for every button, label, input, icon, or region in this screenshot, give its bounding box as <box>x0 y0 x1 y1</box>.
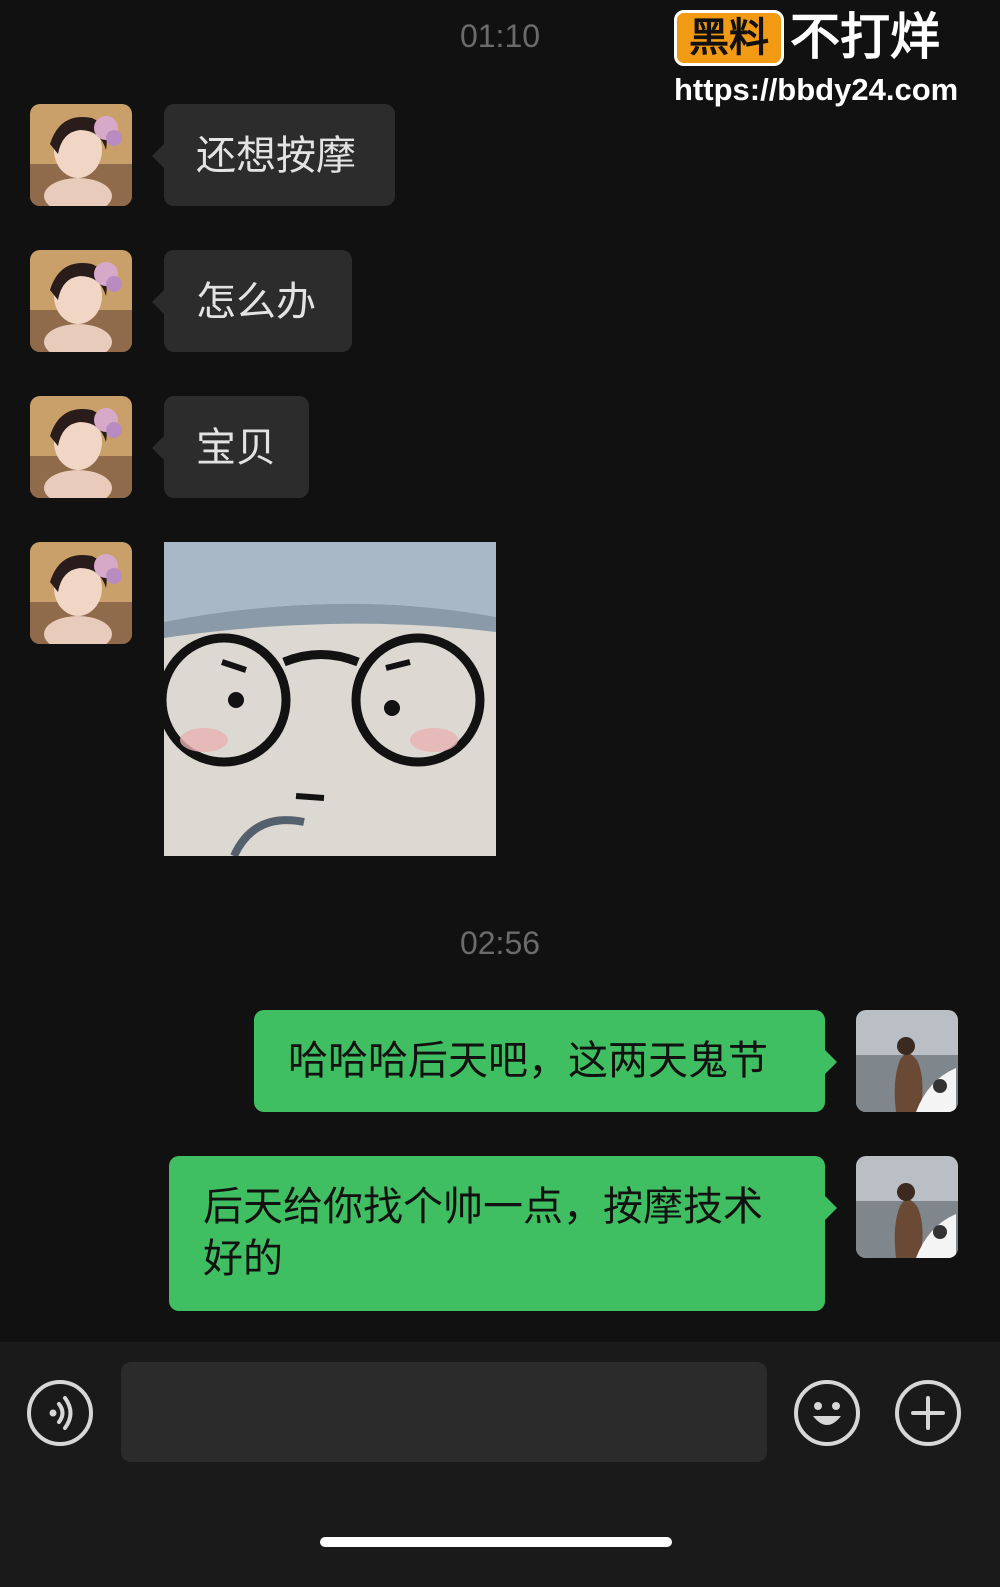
contact-avatar[interactable] <box>30 542 132 644</box>
home-indicator[interactable] <box>320 1537 672 1547</box>
timestamp: 02:56 <box>459 925 541 961</box>
sticker-image[interactable] <box>164 542 496 856</box>
user-avatar[interactable] <box>856 1156 958 1258</box>
voice-icon[interactable] <box>27 1380 93 1446</box>
outgoing-message[interactable]: 哈哈哈后天吧，这两天鬼节 <box>254 1010 837 1112</box>
incoming-message[interactable]: 宝贝 <box>152 396 309 498</box>
message-input[interactable] <box>121 1362 767 1462</box>
outgoing-message[interactable]: 后天给你找个帅一点，按摩技术好的 <box>169 1156 837 1311</box>
contact-avatar[interactable] <box>30 396 132 498</box>
watermark-url: https://bbdy24.com <box>674 72 959 107</box>
contact-avatar[interactable] <box>30 250 132 352</box>
plus-icon[interactable] <box>895 1380 961 1446</box>
incoming-message[interactable]: 怎么办 <box>152 250 352 352</box>
emoji-icon[interactable] <box>794 1380 860 1446</box>
incoming-message[interactable]: 还想按摩 <box>152 104 395 206</box>
user-avatar[interactable] <box>856 1010 958 1112</box>
contact-avatar[interactable] <box>30 104 132 206</box>
timestamp: 01:10 <box>459 18 541 54</box>
